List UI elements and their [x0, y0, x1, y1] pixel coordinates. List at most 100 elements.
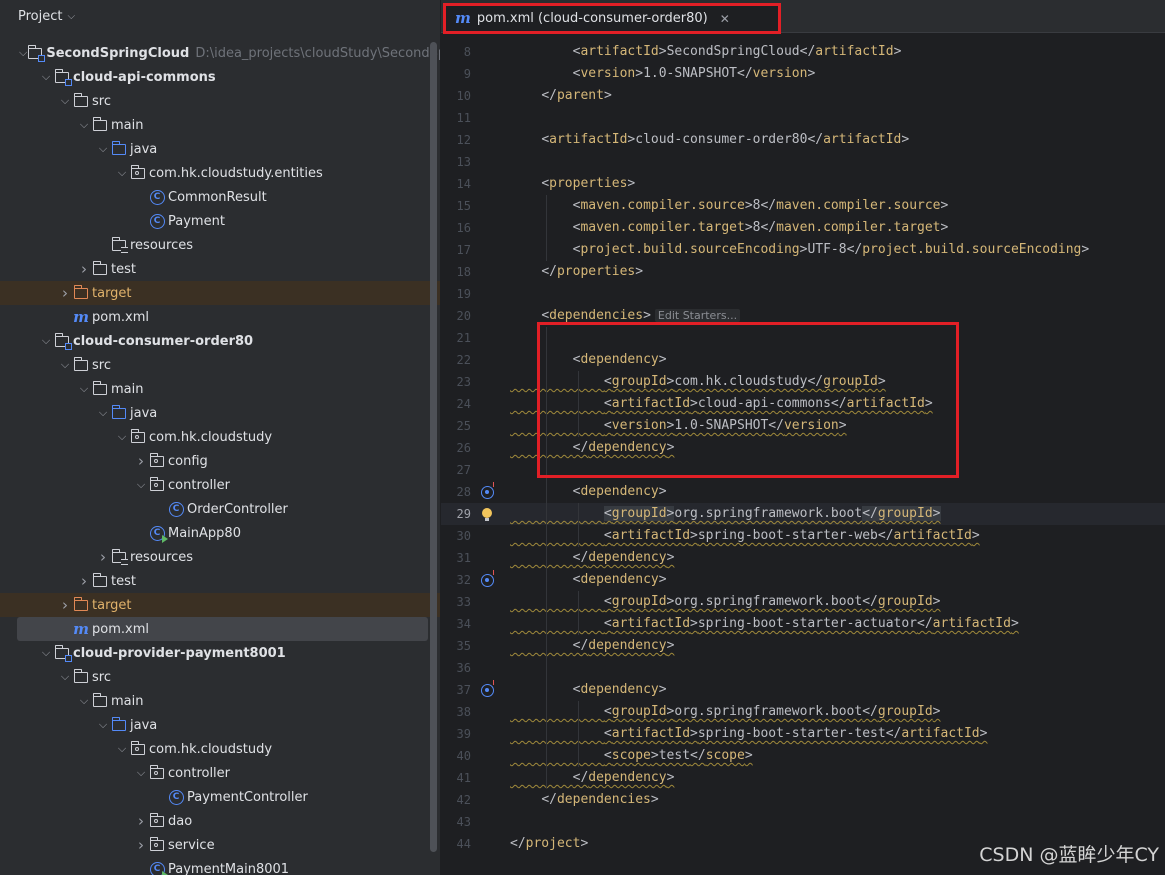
code-line[interactable]: 32 <dependency>: [441, 569, 1165, 591]
chevron-down-icon[interactable]: ⌵: [114, 161, 130, 185]
chevron-right-icon[interactable]: ›: [57, 593, 73, 617]
code-line[interactable]: 41 </dependency>: [441, 767, 1165, 789]
tree-item[interactable]: resources: [0, 233, 440, 257]
chevron-right-icon[interactable]: ›: [57, 281, 73, 305]
tree-item[interactable]: › test: [0, 257, 440, 281]
chevron-down-icon[interactable]: ⌵: [67, 11, 75, 22]
code-line[interactable]: 33 <groupId>org.springframework.boot</gr…: [441, 591, 1165, 613]
code-line[interactable]: 35 </dependency>: [441, 635, 1165, 657]
edit-starters-hint[interactable]: Edit Starters...: [654, 309, 741, 322]
close-icon[interactable]: ✕: [720, 12, 730, 26]
chevron-down-icon[interactable]: ⌵: [95, 401, 111, 425]
tree-item[interactable]: › target: [0, 281, 440, 305]
tree-item[interactable]: ⌵ java: [0, 713, 440, 737]
tree-item[interactable]: › service: [0, 833, 440, 857]
tree-item[interactable]: ⌵ src: [0, 89, 440, 113]
tree-item[interactable]: C Payment: [0, 209, 440, 233]
tree-item[interactable]: ⌵ main: [0, 113, 440, 137]
code-line[interactable]: 8 <artifactId>SecondSpringCloud</artifac…: [441, 41, 1165, 63]
chevron-down-icon[interactable]: ⌵: [133, 473, 149, 497]
tree-item[interactable]: ⌵ main: [0, 377, 440, 401]
code-line[interactable]: 28 <dependency>: [441, 481, 1165, 503]
tree-item[interactable]: ⌵ main: [0, 689, 440, 713]
project-scrollbar[interactable]: [430, 42, 437, 852]
tree-item[interactable]: ⌵ com.hk.cloudstudy: [0, 737, 440, 761]
code-line[interactable]: 43: [441, 811, 1165, 833]
code-line[interactable]: 30 <artifactId>spring-boot-starter-web</…: [441, 525, 1165, 547]
tree-item[interactable]: ⌵ com.hk.cloudstudy.entities: [0, 161, 440, 185]
code-line[interactable]: 31 </dependency>: [441, 547, 1165, 569]
chevron-down-icon[interactable]: ⌵: [133, 761, 149, 785]
tree-item[interactable]: m pom.xml: [17, 617, 428, 641]
code-line[interactable]: 37 <dependency>: [441, 679, 1165, 701]
code-line[interactable]: 10 </parent>: [441, 85, 1165, 107]
tree-item[interactable]: ⌵ controller: [0, 473, 440, 497]
tree-item[interactable]: ⌵ cloud-api-commons: [0, 65, 440, 89]
tree-item[interactable]: ⌵ src: [0, 665, 440, 689]
code-line[interactable]: 11: [441, 107, 1165, 129]
code-line[interactable]: 19: [441, 283, 1165, 305]
tree-item[interactable]: ⌵ src: [0, 353, 440, 377]
code-line[interactable]: 38 <groupId>org.springframework.boot</gr…: [441, 701, 1165, 723]
chevron-down-icon[interactable]: ⌵: [76, 689, 92, 713]
tab-pom-xml[interactable]: m pom.xml (cloud-consumer-order80) ✕: [443, 3, 781, 34]
code-line[interactable]: 39 <artifactId>spring-boot-starter-test<…: [441, 723, 1165, 745]
code-line[interactable]: 40 <scope>test</scope>: [441, 745, 1165, 767]
tree-item[interactable]: › test: [0, 569, 440, 593]
tree-item[interactable]: C OrderController: [0, 497, 440, 521]
tree-item[interactable]: C PaymentMain8001: [0, 857, 440, 875]
tree-item[interactable]: › dao: [0, 809, 440, 833]
code-line[interactable]: 17 <project.build.sourceEncoding>UTF-8</…: [441, 239, 1165, 261]
chevron-down-icon[interactable]: ⌵: [38, 329, 54, 353]
override-icon[interactable]: [477, 481, 497, 503]
code-line[interactable]: 12 <artifactId>cloud-consumer-order80</a…: [441, 129, 1165, 151]
tree-item[interactable]: ⌵ com.hk.cloudstudy: [0, 425, 440, 449]
chevron-down-icon[interactable]: ⌵: [38, 641, 54, 665]
tree-item[interactable]: ⌵ java: [0, 137, 440, 161]
chevron-right-icon[interactable]: ›: [133, 809, 149, 833]
chevron-down-icon[interactable]: ⌵: [38, 65, 54, 89]
code-line[interactable]: 18 </properties>: [441, 261, 1165, 283]
tree-item[interactable]: ⌵ java: [0, 401, 440, 425]
chevron-down-icon[interactable]: ⌵: [57, 89, 73, 113]
code-line[interactable]: 14 <properties>: [441, 173, 1165, 195]
tree-item[interactable]: ⌵ SecondSpringCloud D:\idea_projects\cloud…: [0, 41, 440, 65]
code-line[interactable]: 29 <groupId>org.springframework.boot</gr…: [441, 503, 1165, 525]
code-line[interactable]: 15 <maven.compiler.source>8</maven.compi…: [441, 195, 1165, 217]
tree-item[interactable]: › config: [0, 449, 440, 473]
chevron-down-icon[interactable]: ⌵: [76, 377, 92, 401]
chevron-down-icon[interactable]: ⌵: [57, 665, 73, 689]
tree-item[interactable]: C MainApp80: [0, 521, 440, 545]
code-line[interactable]: 13: [441, 151, 1165, 173]
tree-item[interactable]: m pom.xml: [0, 305, 440, 329]
tree-item[interactable]: ⌵ cloud-provider-payment8001: [0, 641, 440, 665]
tree-item[interactable]: C CommonResult: [0, 185, 440, 209]
code-line[interactable]: 34 <artifactId>spring-boot-starter-actua…: [441, 613, 1165, 635]
override-icon[interactable]: [477, 679, 497, 701]
tree-item[interactable]: › resources: [0, 545, 440, 569]
chevron-down-icon[interactable]: ⌵: [57, 353, 73, 377]
project-view-title[interactable]: Project: [18, 9, 62, 24]
chevron-down-icon[interactable]: ⌵: [114, 425, 130, 449]
chevron-down-icon[interactable]: ⌵: [19, 41, 27, 65]
code-line[interactable]: 16 <maven.compiler.target>8</maven.compi…: [441, 217, 1165, 239]
code-line[interactable]: 36: [441, 657, 1165, 679]
chevron-right-icon[interactable]: ›: [133, 833, 149, 857]
chevron-down-icon[interactable]: ⌵: [76, 113, 92, 137]
tree-item[interactable]: ⌵ cloud-consumer-order80: [0, 329, 440, 353]
chevron-down-icon[interactable]: ⌵: [95, 713, 111, 737]
override-icon[interactable]: [477, 569, 497, 591]
tree-item[interactable]: › target: [0, 593, 440, 617]
code-line[interactable]: 42 </dependencies>: [441, 789, 1165, 811]
project-panel-header[interactable]: Project ⌵: [0, 0, 440, 33]
chevron-right-icon[interactable]: ›: [76, 569, 92, 593]
chevron-down-icon[interactable]: ⌵: [114, 737, 130, 761]
chevron-right-icon[interactable]: ›: [95, 545, 111, 569]
chevron-right-icon[interactable]: ›: [133, 449, 149, 473]
tree-item[interactable]: C PaymentController: [0, 785, 440, 809]
code-line[interactable]: 9 <version>1.0-SNAPSHOT</version>: [441, 63, 1165, 85]
chevron-down-icon[interactable]: ⌵: [95, 137, 111, 161]
chevron-right-icon[interactable]: ›: [76, 257, 92, 281]
bulb-icon[interactable]: [477, 503, 497, 525]
tree-item[interactable]: ⌵ controller: [0, 761, 440, 785]
